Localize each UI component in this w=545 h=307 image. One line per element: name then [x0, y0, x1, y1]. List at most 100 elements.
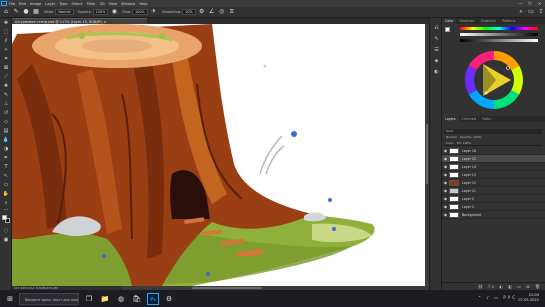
hand-tool-icon[interactable]: ✋ — [2, 191, 10, 198]
properties-icon[interactable]: ☰ — [432, 46, 441, 54]
zoom-tool-icon[interactable]: ⌕ — [2, 200, 10, 207]
brightness-slider[interactable] — [460, 39, 538, 42]
settings-icon[interactable]: ⚙ — [163, 293, 175, 305]
brush-tool-icon[interactable]: ✎ — [2, 92, 10, 99]
layer-row[interactable]: ◉ Layer 14 — [442, 163, 545, 171]
pen-tool-icon[interactable]: ✒ — [2, 155, 10, 162]
layer-row[interactable]: ◉ Layer 11 — [442, 187, 545, 195]
quick-select-tool-icon[interactable]: ✧ — [2, 47, 10, 54]
visibility-eye-icon[interactable]: ◉ — [442, 212, 449, 217]
layer-footer-actions[interactable]: ⛓ fx ◐ ◧ ▭ ⊞ 🗑 — [442, 282, 545, 290]
windows-start-icon[interactable]: ⊞ — [4, 293, 16, 305]
blend-mode-select[interactable]: Normal — [446, 135, 457, 139]
mode-control[interactable]: Mode: Normal — [44, 9, 74, 15]
visibility-eye-icon[interactable]: ◉ — [442, 148, 449, 153]
flow-control[interactable]: Flow: 100% — [122, 9, 148, 15]
more-tools-icon[interactable]: ⋯ — [2, 207, 10, 214]
airbrush-icon[interactable]: ✈ — [150, 8, 158, 16]
visibility-eye-icon[interactable]: ◉ — [442, 204, 449, 209]
workspace-icon[interactable]: ▭ — [527, 8, 535, 16]
marquee-tool-icon[interactable]: ⬚ — [2, 29, 10, 36]
minimize-button[interactable]: — — [516, 0, 525, 7]
symmetry-icon[interactable]: ⧖ — [228, 8, 236, 16]
task-view-icon[interactable]: ❐ — [83, 293, 95, 305]
close-button[interactable]: ✕ — [535, 0, 544, 7]
panel-fg-swatch[interactable] — [445, 27, 450, 32]
healing-tool-icon[interactable]: ✚ — [2, 83, 10, 90]
visibility-eye-icon[interactable]: ◉ — [442, 164, 449, 169]
menu-filter[interactable]: Filter — [87, 2, 96, 6]
angle-icon[interactable]: ∠ — [208, 8, 216, 16]
layer-row-selected[interactable]: ◉ Layer 15 — [442, 155, 545, 163]
type-tool-icon[interactable]: T — [2, 164, 10, 171]
file-explorer-icon[interactable]: 📁 — [99, 293, 111, 305]
quick-mask-icon[interactable]: ◌ — [2, 228, 10, 235]
blend-mode-row[interactable]: Normal Opacity: 100% — [444, 135, 542, 140]
language-indicator[interactable]: РУС — [503, 295, 517, 300]
layer-row[interactable]: ◉ Layer 1 — [442, 203, 545, 211]
layer-fill[interactable]: Fill: 100% — [457, 141, 472, 145]
menu-image[interactable]: Image — [30, 2, 41, 6]
shape-tool-icon[interactable]: ▭ — [2, 182, 10, 189]
visibility-eye-icon[interactable]: ◉ — [442, 188, 449, 193]
layer-row[interactable]: ◉ Layer 13 — [442, 171, 545, 179]
layer-row[interactable]: ◉ Layer 16 — [442, 147, 545, 155]
hue-slider[interactable] — [460, 27, 538, 30]
brush-preset-icon[interactable]: ● — [22, 8, 30, 16]
menu-layer[interactable]: Layer — [45, 2, 55, 6]
visibility-eye-icon[interactable]: ◉ — [442, 180, 449, 185]
dodge-tool-icon[interactable]: ◑ — [2, 146, 10, 153]
brush-settings-icon[interactable]: ▦ — [32, 8, 40, 16]
share-icon[interactable]: ⇪ — [537, 8, 545, 16]
history-brush-tool-icon[interactable]: ↺ — [2, 110, 10, 117]
adjustments-icon[interactable]: ◐ — [432, 68, 441, 76]
gradient-tool-icon[interactable]: ▤ — [2, 128, 10, 135]
taskbar-search-input[interactable]: Введите здесь текст для поиска — [19, 292, 79, 305]
smoothing-settings-icon[interactable]: ⚙ — [198, 8, 206, 16]
opacity-input[interactable]: 100% — [92, 9, 109, 15]
history-icon[interactable]: ⎌ — [432, 24, 441, 32]
menu-select[interactable]: Select — [72, 2, 83, 6]
layer-opacity[interactable]: Opacity: 100% — [460, 135, 482, 139]
menu-file[interactable]: File — [9, 2, 15, 6]
clone-stamp-tool-icon[interactable]: ⊥ — [2, 101, 10, 108]
horizontal-scroll-thumb[interactable] — [192, 287, 262, 289]
browser-icon[interactable]: ◍ — [115, 293, 127, 305]
search-icon[interactable]: ⌕ — [517, 8, 525, 16]
maximize-button[interactable]: ❐ — [525, 0, 534, 7]
smoothing-control[interactable]: Smoothing: 10% — [162, 9, 196, 15]
layer-filter[interactable]: Kind — [444, 129, 542, 134]
vertical-scroll-thumb[interactable] — [426, 124, 428, 184]
layer-row[interactable]: ◉ Layer 2 — [442, 195, 545, 203]
hue-marker[interactable] — [506, 66, 510, 70]
brush-tool-icon[interactable]: ✎ — [12, 8, 20, 16]
menu-type[interactable]: Type — [59, 2, 67, 6]
flow-input[interactable]: 100% — [132, 9, 148, 15]
canvas[interactable] — [12, 24, 429, 290]
crop-tool-icon[interactable]: ⌗ — [2, 56, 10, 63]
menu-edit[interactable]: Edit — [19, 2, 26, 6]
path-select-tool-icon[interactable]: ↖ — [2, 173, 10, 180]
eyedropper-tool-icon[interactable]: ⟋ — [2, 74, 10, 81]
layer-row[interactable]: ◉ Layer 12 — [442, 179, 545, 187]
saturation-slider[interactable] — [460, 33, 538, 36]
mode-select[interactable]: Normal — [55, 9, 74, 15]
menu-view[interactable]: View — [109, 2, 118, 6]
visibility-eye-icon[interactable]: ◉ — [442, 196, 449, 201]
menu-help[interactable]: Help — [139, 2, 147, 6]
brush-settings-panel-icon[interactable]: ✎ — [432, 35, 441, 43]
move-tool-icon[interactable]: ✥ — [2, 20, 10, 27]
system-tray[interactable]: ⌃ ♪ ▭ РУС — [478, 295, 517, 300]
visibility-eye-icon[interactable]: ◉ — [442, 172, 449, 177]
pressure-opacity-icon[interactable]: ◉ — [110, 8, 118, 16]
smoothing-input[interactable]: 10% — [182, 9, 196, 15]
pressure-size-icon[interactable]: ◎ — [218, 8, 226, 16]
photoshop-taskbar-icon[interactable]: Ps — [147, 292, 159, 305]
foreground-color-swatch[interactable] — [2, 215, 7, 220]
tray-icons[interactable]: ⌃ ♪ ▭ — [478, 295, 504, 300]
lasso-tool-icon[interactable]: ℓ — [2, 38, 10, 45]
lock-row[interactable]: Lock: Fill: 100% — [444, 141, 542, 146]
menu-window[interactable]: Window — [121, 2, 135, 6]
visibility-eye-icon[interactable]: ◉ — [442, 156, 449, 161]
home-icon[interactable]: ⌂ — [2, 8, 10, 16]
